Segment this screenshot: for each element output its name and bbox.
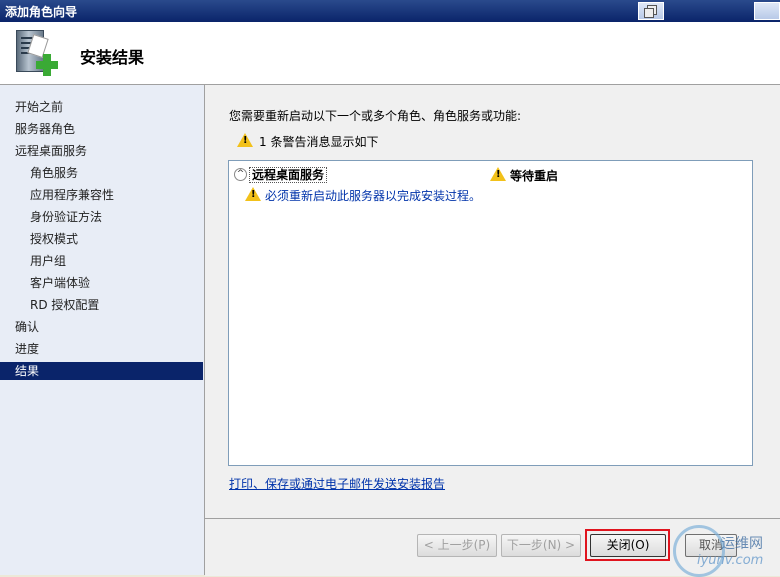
intro-text: 您需要重新启动以下一个或多个角色、角色服务或功能:: [229, 109, 522, 123]
sidebar-item-authentication-method[interactable]: 身份验证方法: [0, 208, 203, 226]
sidebar-item-server-roles[interactable]: 服务器角色: [0, 120, 203, 138]
results-content: 您需要重新启动以下一个或多个角色、角色服务或功能: 1 条警告消息显示如下 ^ …: [205, 85, 780, 518]
warning-summary-text: 1 条警告消息显示如下: [259, 135, 379, 149]
warning-icon: [237, 133, 253, 147]
window-title: 添加角色向导: [5, 5, 78, 19]
watermark-cn: 运维网: [721, 536, 763, 552]
previous-button[interactable]: < 上一步(P): [417, 534, 497, 557]
role-name: 远程桌面服务: [249, 167, 328, 183]
result-detail-text: 必须重新启动此服务器以完成安装过程。: [265, 189, 482, 203]
sidebar-item-progress[interactable]: 进度: [0, 340, 203, 358]
next-button[interactable]: 下一步(N) >: [501, 534, 581, 557]
close-button-highlight: [585, 529, 670, 561]
restore-button[interactable]: [638, 2, 664, 20]
report-link[interactable]: 打印、保存或通过电子邮件发送安装报告: [229, 475, 445, 492]
sidebar-item-licensing-mode[interactable]: 授权模式: [0, 230, 203, 248]
watermark-logo: 运维网 iyunv.com: [671, 525, 777, 577]
warning-icon: [490, 167, 506, 181]
results-list: ^ 远程桌面服务 等待重启 必须重新启动此服务器以完成安装过程。: [228, 160, 753, 466]
wizard-steps-sidebar: 开始之前 服务器角色 远程桌面服务 角色服务 应用程序兼容性 身份验证方法 授权…: [0, 85, 205, 575]
sidebar-item-rd-licensing-config[interactable]: RD 授权配置: [0, 296, 203, 314]
sidebar-item-results[interactable]: 结果: [0, 362, 203, 380]
sidebar-item-user-groups[interactable]: 用户组: [0, 252, 203, 270]
sidebar-item-app-compatibility[interactable]: 应用程序兼容性: [0, 186, 203, 204]
sidebar-item-client-experience[interactable]: 客户端体验: [0, 274, 203, 292]
restore-icon: [644, 5, 657, 18]
server-add-icon: [14, 28, 58, 78]
watermark-en: iyunv.com: [697, 553, 764, 568]
sidebar-item-before-you-begin[interactable]: 开始之前: [0, 98, 203, 116]
close-window-button[interactable]: [754, 2, 780, 20]
warning-icon: [245, 187, 261, 201]
wizard-footer: < 上一步(P) 下一步(N) > 关闭(O) 取消 运维网 iyunv.com: [205, 518, 780, 577]
title-bar: 添加角色向导: [0, 0, 780, 22]
wizard-header: 安装结果: [0, 22, 780, 85]
role-status-text: 等待重启: [510, 169, 559, 183]
sidebar-item-role-services[interactable]: 角色服务: [0, 164, 203, 182]
sidebar-item-remote-desktop-services[interactable]: 远程桌面服务: [0, 142, 203, 160]
result-row: ^ 远程桌面服务 等待重启: [234, 166, 749, 184]
collapse-icon[interactable]: ^: [234, 168, 247, 181]
sidebar-item-confirmation[interactable]: 确认: [0, 318, 203, 336]
page-title: 安装结果: [80, 48, 145, 67]
add-roles-wizard-window: 添加角色向导 安装结果 开始之前 服务器角色 远程桌面服务 角色服务 应用程序兼…: [0, 0, 780, 577]
